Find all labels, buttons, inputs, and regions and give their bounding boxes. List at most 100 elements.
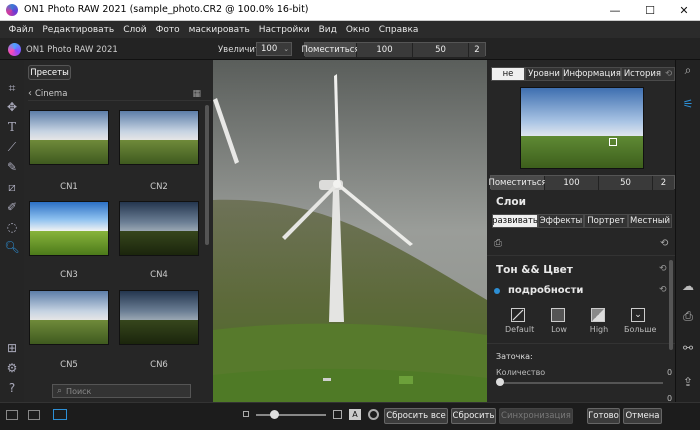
zoom-slider-handle[interactable] — [270, 410, 279, 419]
image-canvas[interactable] — [213, 60, 487, 402]
zoom-out-icon[interactable] — [243, 411, 249, 417]
zoom-select[interactable]: 100 ⌄ — [256, 42, 292, 56]
move-icon[interactable]: ✥ — [4, 99, 20, 115]
panel-toggle-icon[interactable] — [6, 410, 18, 420]
tab-navigator[interactable]: не — [491, 67, 525, 81]
cancel-button[interactable]: Отмена — [623, 408, 662, 424]
menu-layer[interactable]: Слой — [119, 25, 151, 35]
gradient-icon[interactable]: ⧄ — [4, 179, 20, 195]
menu-settings[interactable]: Настройки — [254, 25, 314, 35]
edit-module-icon[interactable]: ⚟ — [680, 96, 696, 112]
details-reset-icon[interactable]: ⟲ — [659, 285, 667, 295]
nav-zoom-100[interactable]: 100 — [545, 176, 599, 190]
preview-toggle-icon[interactable] — [368, 409, 379, 420]
mask-overlay-icon[interactable]: A — [349, 409, 361, 420]
default-label: Default — [505, 325, 535, 334]
menu-photo[interactable]: Фото — [151, 25, 184, 35]
menu-mask[interactable]: маскировать — [184, 25, 254, 35]
menu-view[interactable]: Вид — [314, 25, 341, 35]
menu-help[interactable]: Справка — [374, 25, 423, 35]
tab-local[interactable]: Местный — [628, 214, 672, 228]
zoom-in-icon[interactable] — [333, 410, 342, 419]
navigator-preview[interactable] — [520, 87, 644, 169]
masking-brush-icon[interactable]: ✎ — [4, 159, 20, 175]
fit-button[interactable]: Поместиться — [301, 43, 360, 57]
menu-bar: Файл Редактировать Слой Фото маскировать… — [0, 21, 700, 38]
scrollbar-thumb[interactable] — [205, 105, 209, 245]
tab-history[interactable]: История ⟲ — [621, 67, 675, 81]
high-detail-icon[interactable] — [591, 308, 605, 322]
amount-slider-handle[interactable] — [496, 378, 504, 386]
details-title[interactable]: подробности — [508, 285, 583, 296]
single-view-icon[interactable] — [53, 409, 67, 420]
zoom-slider-track[interactable] — [256, 414, 326, 416]
preset-thumb-cn6[interactable] — [119, 290, 199, 345]
grid-view-icon[interactable]: ▦ — [192, 89, 201, 99]
settings-icon[interactable]: ⚙ — [4, 360, 20, 376]
compare-icon[interactable] — [28, 410, 40, 420]
help-icon[interactable]: ? — [4, 380, 20, 396]
preset-thumb-cn5[interactable] — [29, 290, 109, 345]
presets-button[interactable]: Пресеты — [28, 65, 71, 80]
clone-icon[interactable]: ◌ — [4, 219, 20, 235]
tab-info[interactable]: Информация — [563, 67, 621, 81]
reset-panel-icon[interactable]: ⟲ — [660, 238, 668, 249]
details-enabled-dot[interactable] — [494, 288, 500, 294]
zoom-100-button[interactable]: 100 — [357, 43, 413, 57]
zoom-2-button[interactable]: 2 — [469, 43, 485, 57]
print-icon[interactable]: ⎙ — [680, 308, 696, 324]
search-field[interactable]: ⌕ Поиск — [52, 384, 191, 398]
done-button[interactable]: Готово — [587, 408, 620, 424]
tab-develop[interactable]: развивать — [492, 214, 538, 228]
low-detail-icon[interactable] — [551, 308, 565, 322]
tone-reset-icon[interactable]: ⟲ — [659, 264, 667, 274]
menu-edit[interactable]: Редактировать — [38, 25, 119, 35]
default-detail-icon[interactable] — [511, 308, 525, 322]
preset-thumb-cn2[interactable] — [119, 110, 199, 165]
reset-all-button[interactable]: Сбросить все — [384, 408, 448, 424]
preset-thumb-cn1[interactable] — [29, 110, 109, 165]
brush-icon[interactable]: ⟋ — [4, 139, 20, 155]
zoom-tool-icon[interactable]: 🔍︎ — [4, 239, 20, 255]
text-icon[interactable]: T — [4, 119, 20, 135]
export-icon[interactable]: ⚯ — [680, 340, 696, 356]
amount-slider-track[interactable] — [498, 382, 663, 384]
share-icon[interactable]: ⇪ — [680, 374, 696, 390]
zoom-value: 100 — [261, 44, 278, 54]
reset-button[interactable]: Сбросить — [451, 408, 496, 424]
nav-zoom-2[interactable]: 2 — [653, 176, 674, 190]
maximize-button[interactable]: ☐ — [633, 0, 667, 21]
tab-levels[interactable]: Уровни — [525, 67, 563, 81]
menu-window[interactable]: Окно — [341, 25, 374, 35]
tab-effects[interactable]: Эффекты — [538, 214, 584, 228]
chevron-left-icon[interactable]: ‹ — [28, 88, 32, 99]
browse-module-icon[interactable]: ⌕ — [680, 62, 696, 78]
zoom-50-button[interactable]: 50 — [413, 43, 469, 57]
tool-strip: ⌗ ✥ T ⟋ ✎ ⧄ ✐ ◌ 🔍︎ ⊞ ⚙ ? — [0, 60, 24, 402]
more-detail-icon[interactable]: ⌄ — [631, 308, 645, 322]
crop-icon[interactable]: ⌗ — [4, 80, 20, 96]
navigator-viewport-box[interactable] — [609, 138, 617, 146]
import-preset-icon[interactable]: ⎙ — [494, 238, 502, 249]
preset-thumb-cn3[interactable] — [29, 201, 109, 256]
preset-thumb-cn4[interactable] — [119, 201, 199, 256]
high-label: High — [589, 325, 609, 334]
tone-color-title[interactable]: Тон && Цвет — [496, 264, 573, 276]
menu-file[interactable]: Файл — [4, 25, 38, 35]
nav-fit-button[interactable]: Поместиться — [488, 176, 547, 190]
close-button[interactable]: ✕ — [667, 0, 700, 21]
category-header[interactable]: ‹ Cinema ▦ — [28, 87, 211, 101]
tab-history-label: История — [623, 69, 662, 79]
nav-zoom-50[interactable]: 50 — [599, 176, 653, 190]
share-cloud-icon[interactable]: ☁ — [680, 278, 696, 294]
amount-value[interactable]: 0 — [667, 368, 672, 377]
chevron-down-icon: ⌄ — [283, 45, 290, 53]
tab-portrait[interactable]: Портрет — [584, 214, 628, 228]
minimize-button[interactable]: — — [598, 0, 632, 21]
sync-button[interactable]: Синхронизация — [499, 408, 573, 424]
preset-label: CN3 — [60, 270, 78, 280]
retouch-brush-icon[interactable]: ✐ — [4, 199, 20, 215]
low-label: Low — [551, 325, 567, 334]
panel-scrollbar[interactable] — [669, 260, 673, 350]
view-mode-icon[interactable]: ⊞ — [4, 340, 20, 356]
